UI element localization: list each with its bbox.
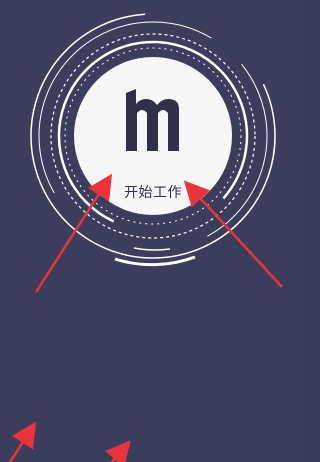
start-work-label: 开始工作 xyxy=(124,185,182,201)
m-logo-icon xyxy=(126,89,179,151)
app-screen: 开始工作 xyxy=(0,0,303,462)
start-work-button[interactable]: 开始工作 xyxy=(74,57,232,215)
